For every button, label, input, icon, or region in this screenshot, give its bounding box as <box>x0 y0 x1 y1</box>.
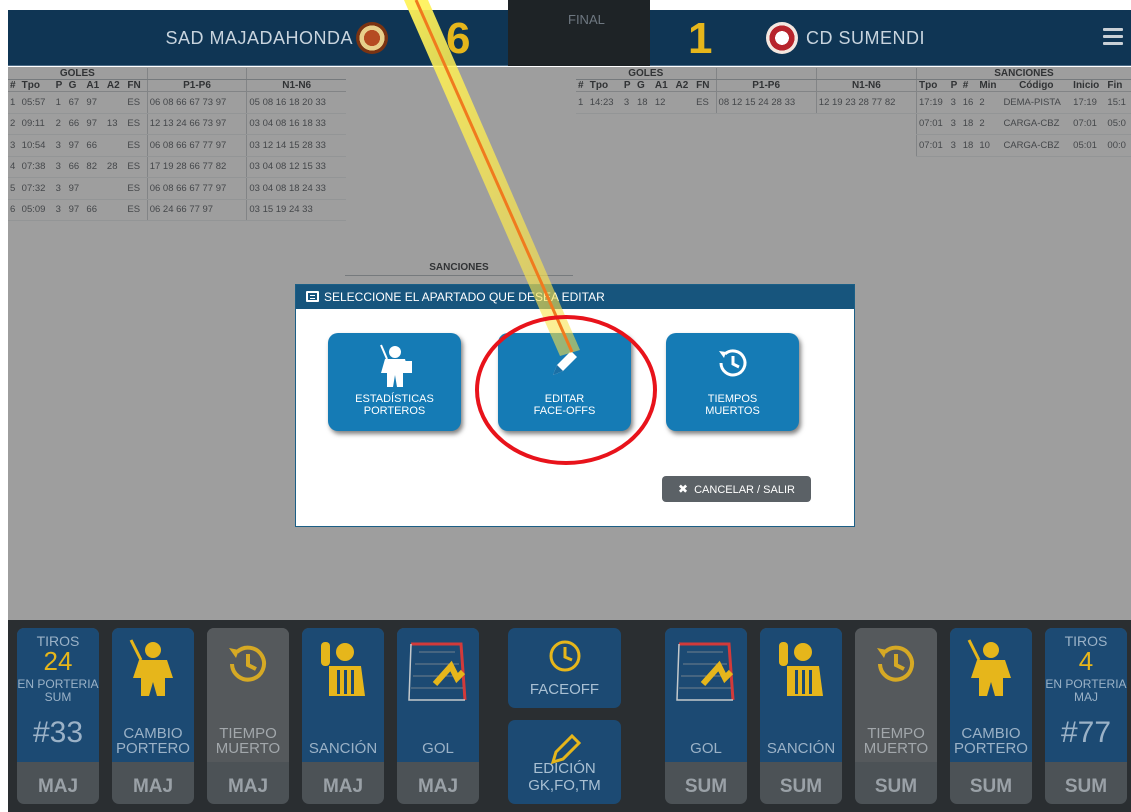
hamburger-menu-icon[interactable] <box>1103 28 1123 46</box>
edit-section-dialog: SELECCIONE EL APARTADO QUE DESEA EDITAR … <box>295 284 855 527</box>
dialog-title: SELECCIONE EL APARTADO QUE DESEA EDITAR <box>324 290 605 304</box>
goalie-stats-button[interactable]: ESTADÍSTICAS PORTEROS <box>328 333 461 431</box>
timeouts-button[interactable]: TIEMPOS MUERTOS <box>666 333 799 431</box>
maj-shots-on-goal-button[interactable]: TIROS 24 EN PORTERIA SUM #33 MAJ <box>17 628 99 804</box>
history-clock-icon <box>870 638 922 695</box>
list-box-icon <box>306 291 319 302</box>
dialog-header: SELECCIONE EL APARTADO QUE DESEA EDITAR <box>296 285 854 309</box>
cancel-exit-button[interactable]: ✖ CANCELAR / SALIR <box>662 476 811 502</box>
referee-icon <box>315 638 371 703</box>
sum-shots-count: 4 <box>1078 646 1094 676</box>
home-team-name: SAD MAJADAHONDA <box>165 28 353 48</box>
history-clock-icon <box>713 343 753 386</box>
history-clock-icon <box>222 638 274 695</box>
referee-icon <box>773 638 829 703</box>
away-score: 1 <box>688 14 713 63</box>
sum-goalie-number: #77 <box>1060 716 1112 749</box>
away-team-name: CD SUMENDI <box>806 28 926 48</box>
clock-icon <box>547 638 583 678</box>
away-team-crest-icon <box>766 22 798 54</box>
close-icon: ✖ <box>678 482 689 496</box>
faceoff-button[interactable]: FACEOFF <box>508 628 621 708</box>
goalie-icon <box>375 343 415 392</box>
hockey-net-icon <box>405 638 471 713</box>
sum-goalie-change-button[interactable]: CAMBIO PORTERO SUM <box>950 628 1032 804</box>
home-score: 6 <box>446 14 471 63</box>
maj-timeout-button[interactable]: TIEMPO MUERTO MAJ <box>207 628 289 804</box>
goalie-icon <box>125 638 181 703</box>
goalie-icon <box>963 638 1019 703</box>
scoreboard: SAD MAJADAHONDA 6 FINAL 1 CD SUMENDI <box>8 0 1131 66</box>
sum-shots-on-goal-button[interactable]: TIROS 4 EN PORTERIA MAJ #77 SUM <box>1045 628 1127 804</box>
home-team-crest-icon <box>356 22 388 54</box>
action-toolbar: TIROS 24 EN PORTERIA SUM #33 MAJ CAMBIO P… <box>8 620 1131 812</box>
period-label: FINAL <box>568 12 605 27</box>
maj-shots-count: 24 <box>43 646 73 676</box>
hockey-net-icon <box>673 638 739 713</box>
maj-goalie-number: #33 <box>32 716 84 749</box>
sum-timeout-button[interactable]: TIEMPO MUERTO SUM <box>855 628 937 804</box>
sum-penalty-button[interactable]: SANCIÓN SUM <box>760 628 842 804</box>
pencil-icon <box>545 343 585 386</box>
edit-faceoffs-button[interactable]: EDITAR FACE-OFFS <box>498 333 631 431</box>
edit-gk-fo-tm-button[interactable]: EDICIÓN GK,FO,TM <box>508 720 621 804</box>
maj-goal-button[interactable]: GOL MAJ <box>397 628 479 804</box>
sum-goal-button[interactable]: GOL SUM <box>665 628 747 804</box>
period-box <box>508 0 650 66</box>
maj-penalty-button[interactable]: SANCIÓN MAJ <box>302 628 384 804</box>
maj-goalie-change-button[interactable]: CAMBIO PORTERO MAJ <box>112 628 194 804</box>
